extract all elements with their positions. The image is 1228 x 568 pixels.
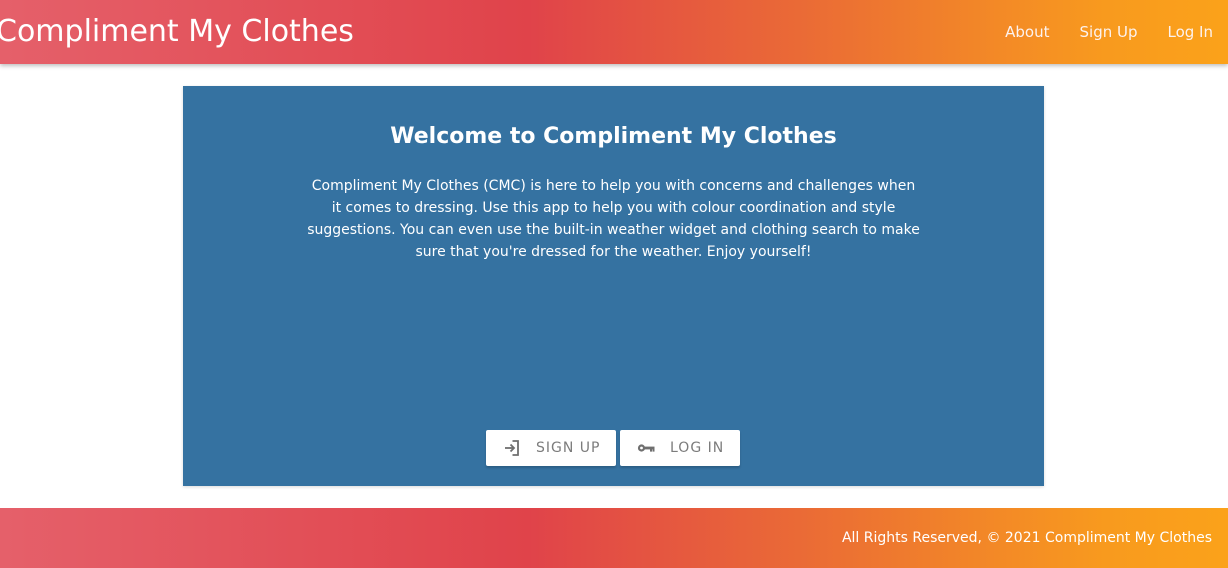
footer-bar: All Rights Reserved, © 2021 Compliment M… — [0, 508, 1228, 568]
log-in-button-label: LOG IN — [670, 440, 725, 456]
log-in-button[interactable]: LOG IN — [620, 430, 740, 466]
sign-up-button[interactable]: SIGN UP — [486, 430, 616, 466]
header-bar: Compliment My Clothes About Sign Up Log … — [0, 0, 1228, 64]
copyright-text: All Rights Reserved, © 2021 Compliment M… — [841, 530, 1212, 546]
sign-up-button-label: SIGN UP — [536, 440, 601, 456]
welcome-card: Welcome to Compliment My Clothes Complim… — [183, 86, 1044, 486]
nav-link-sign-up[interactable]: Sign Up — [1080, 23, 1138, 41]
welcome-heading: Welcome to Compliment My Clothes — [390, 124, 837, 149]
top-nav: About Sign Up Log In — [1005, 0, 1213, 64]
site-title[interactable]: Compliment My Clothes — [0, 12, 354, 52]
login-arrow-icon — [502, 438, 522, 458]
nav-link-log-in[interactable]: Log In — [1168, 23, 1214, 41]
nav-link-about[interactable]: About — [1005, 23, 1049, 41]
key-icon — [636, 438, 656, 458]
welcome-description: Compliment My Clothes (CMC) is here to h… — [307, 178, 920, 260]
